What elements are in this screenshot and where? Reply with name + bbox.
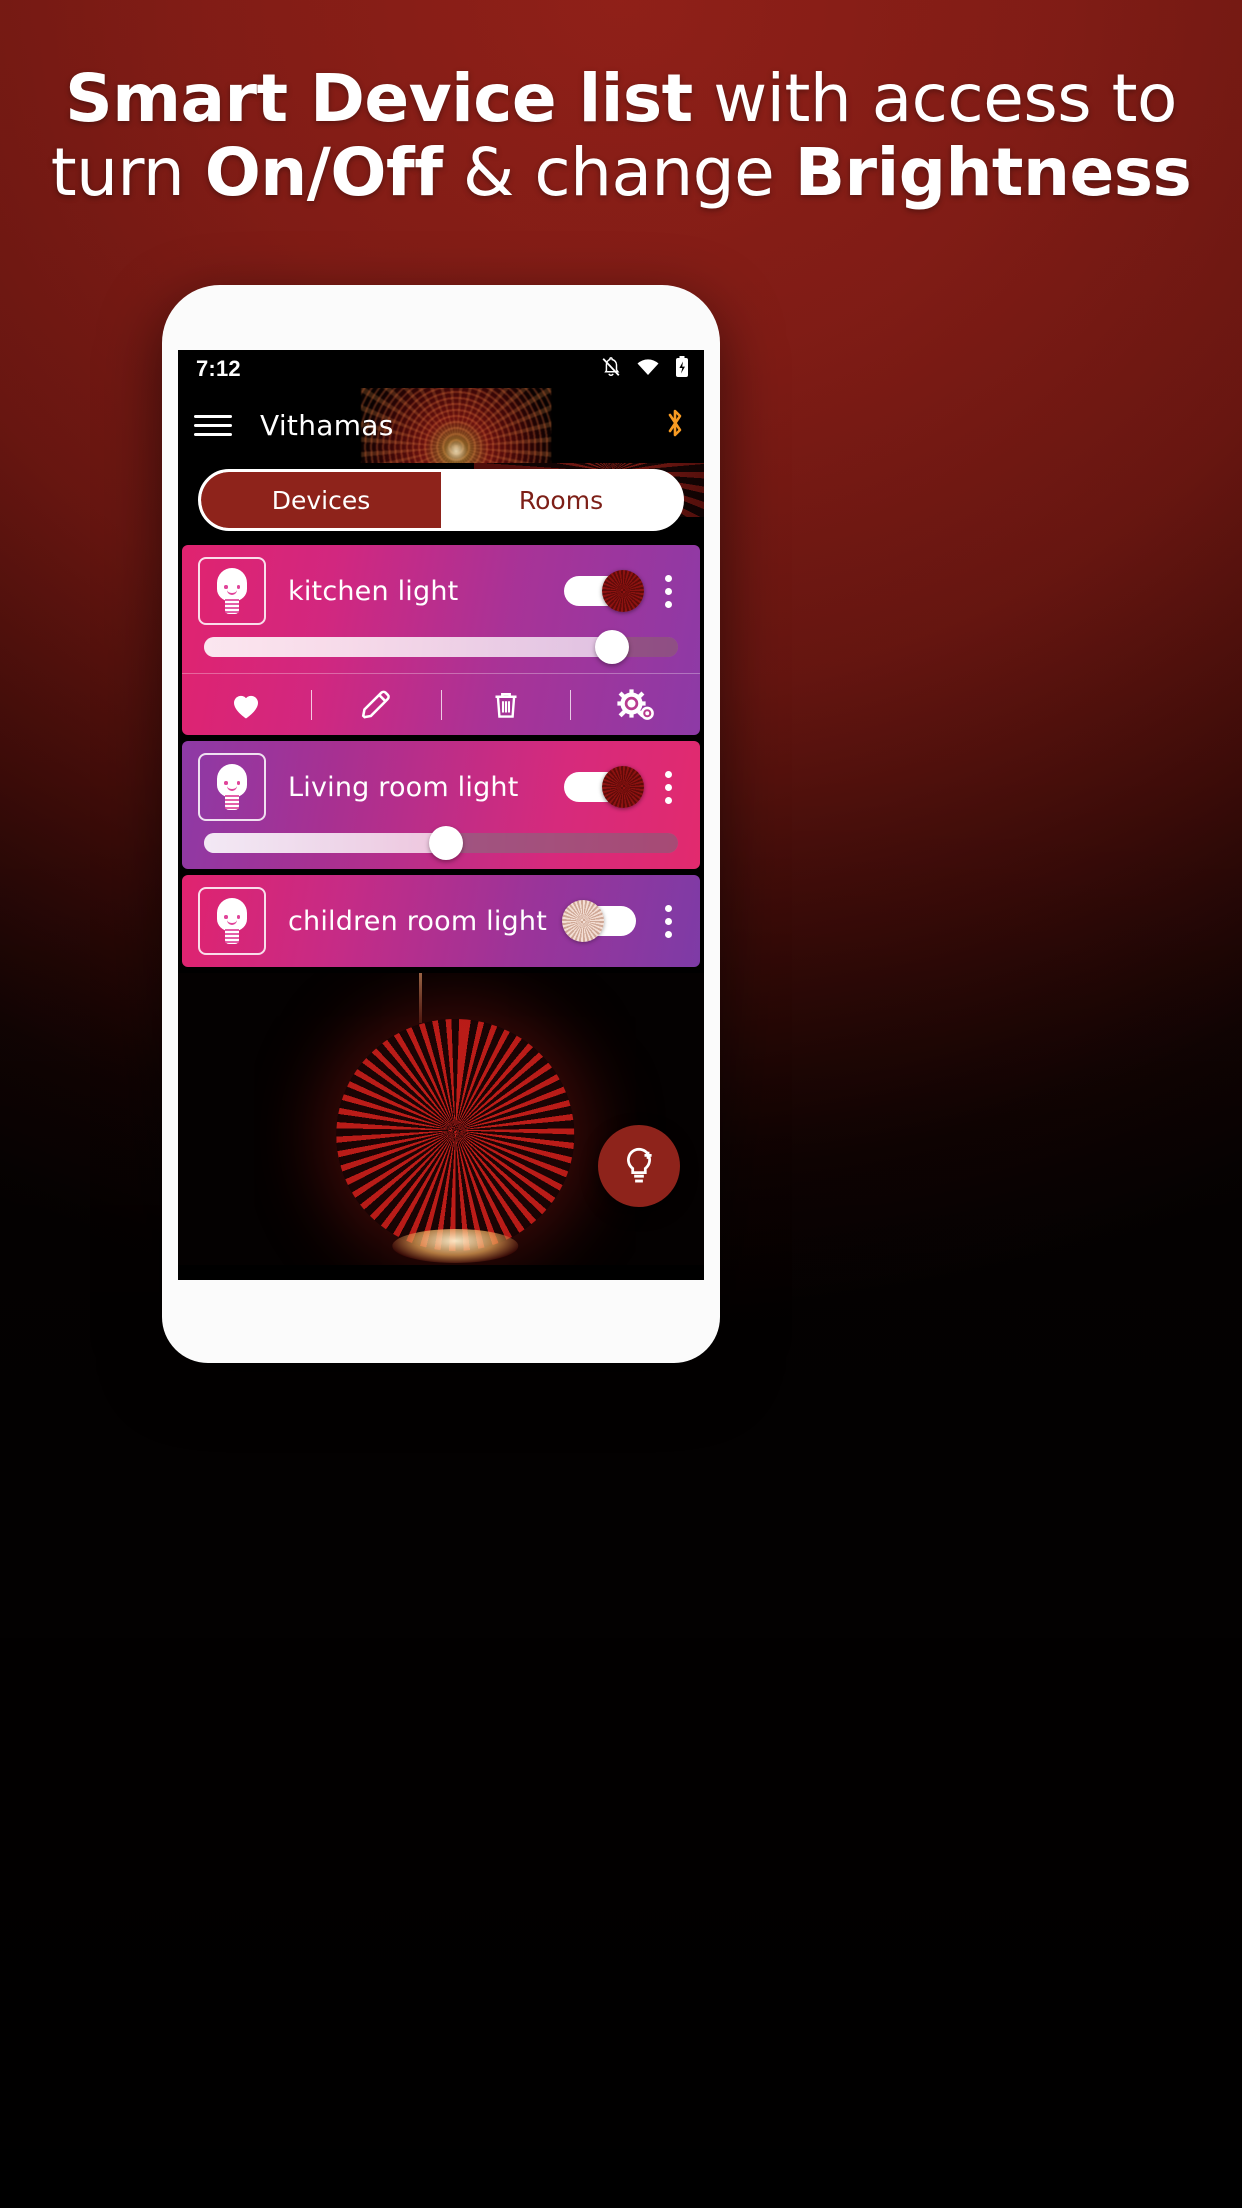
power-toggle[interactable] (564, 570, 644, 612)
power-toggle[interactable] (562, 900, 642, 942)
battery-charging-icon (674, 355, 690, 384)
device-name: children room light (288, 905, 547, 937)
bluetooth-icon[interactable] (662, 406, 688, 445)
headline-bold-smart-device-list: Smart Device list (65, 60, 693, 137)
light-bulb-icon (198, 557, 266, 625)
tab-bar-container: Devices Rooms (178, 463, 704, 541)
headline-line-1: Smart Device list with access to (0, 62, 1242, 136)
notifications-off-icon (600, 356, 622, 383)
kebab-menu-icon[interactable] (650, 904, 686, 938)
brightness-slider-row (182, 826, 700, 869)
settings-button[interactable] (571, 686, 700, 724)
phone-mockup: 7:12 Vithamas Devices Rooms kitchen ligh… (162, 285, 720, 1363)
brightness-slider[interactable] (204, 826, 678, 860)
tab-rooms[interactable]: Rooms (441, 472, 681, 528)
device-card-living-room-light[interactable]: Living room light (182, 741, 700, 869)
tab-bar: Devices Rooms (198, 469, 684, 531)
kebab-menu-icon[interactable] (650, 574, 686, 608)
phone-screen: 7:12 Vithamas Devices Rooms kitchen ligh… (178, 350, 704, 1280)
power-toggle[interactable] (564, 766, 644, 808)
lamp-globe (336, 1019, 575, 1251)
status-bar: 7:12 (178, 350, 704, 388)
device-card-header: kitchen light (182, 545, 700, 637)
headline-rest-line-1: with access to (692, 60, 1177, 137)
kebab-menu-icon[interactable] (650, 770, 686, 804)
hero-lamp-image (178, 973, 704, 1265)
app-title: Vithamas (260, 409, 394, 442)
headline-and-change: & change (442, 134, 795, 211)
device-name: Living room light (288, 771, 519, 803)
light-bulb-icon (198, 753, 266, 821)
lamp-cord (419, 973, 422, 1023)
promo-headline: Smart Device list with access to turn On… (0, 62, 1242, 210)
status-bar-clock: 7:12 (196, 356, 241, 381)
wifi-icon (636, 357, 660, 382)
device-list: kitchen light Living room light children… (178, 545, 704, 967)
device-card-children-room-light[interactable]: children room light (182, 875, 700, 967)
android-nav-bar (178, 1265, 704, 1280)
add-light-fab[interactable] (598, 1125, 680, 1207)
status-bar-icons (600, 355, 690, 384)
device-card-header: Living room light (182, 741, 700, 833)
device-card-header: children room light (182, 875, 700, 967)
brightness-slider-row (182, 630, 700, 673)
edit-button[interactable] (312, 687, 441, 723)
headline-line-2: turn On/Off & change Brightness (0, 136, 1242, 210)
brightness-slider[interactable] (204, 630, 678, 664)
favorite-button[interactable] (182, 687, 311, 723)
device-name: kitchen light (288, 575, 459, 607)
device-action-bar (182, 673, 700, 735)
light-bulb-icon (198, 887, 266, 955)
app-bar: Vithamas (178, 388, 704, 463)
hamburger-menu-icon[interactable] (194, 409, 232, 442)
headline-bold-onoff: On/Off (204, 134, 443, 211)
headline-bold-brightness: Brightness (794, 134, 1192, 211)
headline-turn: turn (50, 134, 205, 211)
tab-devices[interactable]: Devices (201, 472, 441, 528)
device-card-kitchen-light[interactable]: kitchen light (182, 545, 700, 735)
delete-button[interactable] (442, 687, 571, 723)
